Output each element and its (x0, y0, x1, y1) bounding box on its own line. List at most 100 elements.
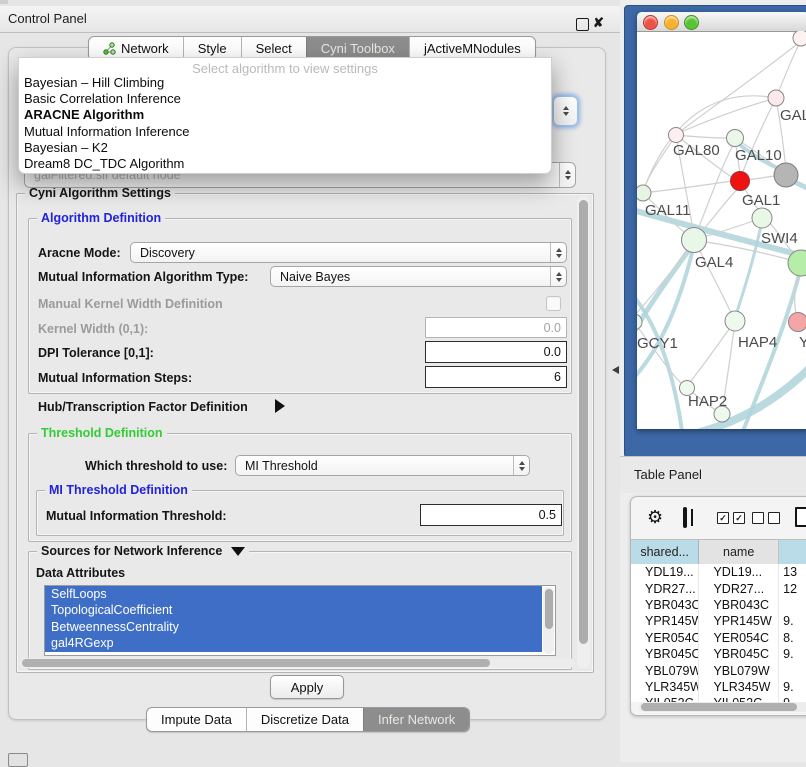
mi-type-select[interactable]: Naive Bayes (270, 266, 567, 287)
unchecked-boxes-icon[interactable] (752, 512, 780, 524)
mi-threshold-field[interactable]: 0.5 (420, 504, 562, 526)
network-node[interactable] (682, 228, 707, 253)
aracne-mode-label: Aracne Mode: (38, 246, 121, 260)
dpi-tolerance-value: 0.0 (544, 345, 561, 359)
table-row[interactable]: YDL19...YDL19...13 (631, 564, 806, 580)
table-panel-window: ⚙ ✓✓ shared...name YDL19...YDL19...13YDR… (630, 496, 806, 716)
network-node[interactable] (725, 311, 745, 331)
table-toolbar: ⚙ ✓✓ (631, 497, 806, 539)
table-row[interactable]: YBL079WYBL079W (631, 662, 806, 678)
mi-threshold-label: Mutual Information Threshold: (46, 509, 227, 523)
column-header-name[interactable]: name (699, 540, 779, 564)
stepper-icon (513, 456, 529, 475)
network-node[interactable] (727, 130, 744, 147)
settings-horizontal-scrollbar[interactable] (20, 658, 574, 668)
spinner-down-icon[interactable] (563, 112, 569, 116)
table-row[interactable]: YPR145WYPR145W9. (631, 613, 806, 629)
node-label-gal4: GAL4 (695, 254, 733, 271)
kernel-width-value: 0.0 (544, 321, 561, 335)
document-icon[interactable] (795, 507, 806, 527)
column-header-shared-[interactable]: shared... (631, 540, 699, 564)
table-cell: YPR145W (699, 613, 779, 629)
table-cell: YIL052C (631, 695, 699, 702)
tab-jactivemnodules-label: jActiveMNodules (424, 41, 521, 56)
table-row[interactable]: YLR345WYLR345W9. (631, 679, 806, 695)
table-row[interactable]: YDR27...YDR27...12 (631, 580, 806, 596)
network-node[interactable] (774, 163, 798, 187)
mi-steps-field[interactable]: 6 (425, 366, 567, 388)
tab-discretize-data-label: Discretize Data (261, 712, 349, 727)
aracne-mode-select[interactable]: Discovery (130, 242, 567, 263)
attribute-item-gal4rgexp[interactable]: gal4RGexp (45, 635, 542, 651)
node-label-gal80: GAL80 (673, 142, 720, 159)
network-edge (637, 291, 682, 429)
attributes-vertical-scrollbar[interactable] (543, 587, 554, 654)
dropdown-item-bayesian-hill-climbing[interactable]: Bayesian – Hill Climbing (24, 75, 164, 90)
table-cell (779, 597, 806, 613)
dropdown-item-dream8-dc-tdc-algorithm[interactable]: Dream8 DC_TDC Algorithm (24, 156, 184, 171)
dropdown-item-aracne-algorithm[interactable]: ARACNE Algorithm (24, 107, 144, 122)
table-row[interactable]: YER054CYER054C8. (631, 630, 806, 646)
inference-algorithm-spinner[interactable] (553, 96, 578, 126)
sources-title[interactable]: Sources for Network Inference (37, 544, 249, 558)
split-columns-icon[interactable] (683, 507, 687, 528)
float-window-icon[interactable] (576, 18, 589, 31)
close-traffic-light-icon[interactable] (643, 15, 658, 30)
minimized-panel-icon[interactable] (8, 753, 28, 767)
network-edge (643, 181, 732, 193)
network-node[interactable] (752, 208, 772, 228)
tab-infer-network[interactable]: Infer Network (363, 708, 469, 731)
spinner-up-icon[interactable] (563, 106, 569, 110)
dpi-tolerance-field[interactable]: 0.0 (425, 341, 567, 363)
mi-steps-label: Mutual Information Steps: (38, 371, 192, 385)
window-frame-notch (0, 0, 8, 4)
data-attributes-list[interactable]: SelfLoopsTopologicalCoefficientBetweenne… (44, 585, 556, 656)
mi-threshold-title: MI Threshold Definition (45, 483, 192, 497)
tab-cyni-toolbox-label: Cyni Toolbox (321, 41, 395, 56)
tab-impute-data[interactable]: Impute Data (147, 708, 246, 731)
network-node[interactable] (731, 172, 750, 191)
network-node[interactable] (793, 31, 806, 46)
tab-discretize-data[interactable]: Discretize Data (246, 708, 363, 731)
mi-type-value: Naive Bayes (271, 270, 550, 284)
which-threshold-value: MI Threshold (236, 459, 513, 473)
table-row[interactable]: YIL052CYIL052C9 (631, 695, 806, 702)
attribute-item-topologicalcoefficient[interactable]: TopologicalCoefficient (45, 602, 542, 618)
apply-button[interactable]: Apply (270, 675, 344, 699)
network-node[interactable] (768, 90, 784, 106)
close-icon[interactable]: ✘ (593, 15, 604, 31)
tab-network-label: Network (121, 41, 169, 56)
table-horizontal-scrollbar[interactable] (639, 702, 806, 712)
hub-section-label[interactable]: Hub/Transcription Factor Definition (38, 400, 248, 414)
table-row[interactable]: YBR045CYBR045C9. (631, 646, 806, 662)
which-threshold-select[interactable]: MI Threshold (235, 455, 530, 476)
dropdown-item-mutual-information-inference[interactable]: Mutual Information Inference (24, 124, 189, 139)
tab-infer-network-label: Infer Network (378, 712, 455, 727)
network-node[interactable] (789, 313, 806, 332)
table-row[interactable]: YBR043CYBR043C (631, 597, 806, 613)
manual-kernel-checkbox[interactable] (546, 296, 561, 311)
network-edge (776, 41, 801, 98)
zoom-traffic-light-icon[interactable] (684, 15, 699, 30)
table-cell: YLR345W (699, 679, 779, 695)
network-node[interactable] (637, 185, 651, 201)
dropdown-item-basic-correlation-inference[interactable]: Basic Correlation Inference (24, 91, 181, 106)
aracne-mode-value: Discovery (131, 246, 550, 260)
collapse-down-icon[interactable] (231, 547, 245, 556)
table-cell: YBR043C (699, 597, 779, 613)
column-header-2[interactable] (779, 540, 806, 564)
dropdown-item-bayesian-k2[interactable]: Bayesian – K2 (24, 140, 108, 155)
settings-vertical-scrollbar[interactable] (577, 196, 590, 668)
network-edge (735, 221, 762, 318)
gear-icon[interactable]: ⚙ (647, 508, 663, 526)
node-label-gal11: GAL11 (645, 202, 691, 219)
attribute-item-betweennesscentrality[interactable]: BetweennessCentrality (45, 619, 542, 635)
network-graph[interactable]: GALGAL80GAL10GAL1GAL11SWI4GAL4GCY1HAP4YH… (637, 31, 806, 429)
network-view-window[interactable]: GALGAL80GAL10GAL1GAL11SWI4GAL4GCY1HAP4YH… (637, 12, 806, 429)
sources-title-text: Sources for Network Inference (41, 544, 222, 558)
attribute-item-selfloops[interactable]: SelfLoops (45, 586, 542, 602)
network-node[interactable] (669, 128, 684, 143)
expand-right-icon[interactable] (275, 399, 285, 413)
checked-boxes-icon[interactable]: ✓✓ (717, 512, 745, 524)
minimize-traffic-light-icon[interactable] (664, 15, 679, 30)
